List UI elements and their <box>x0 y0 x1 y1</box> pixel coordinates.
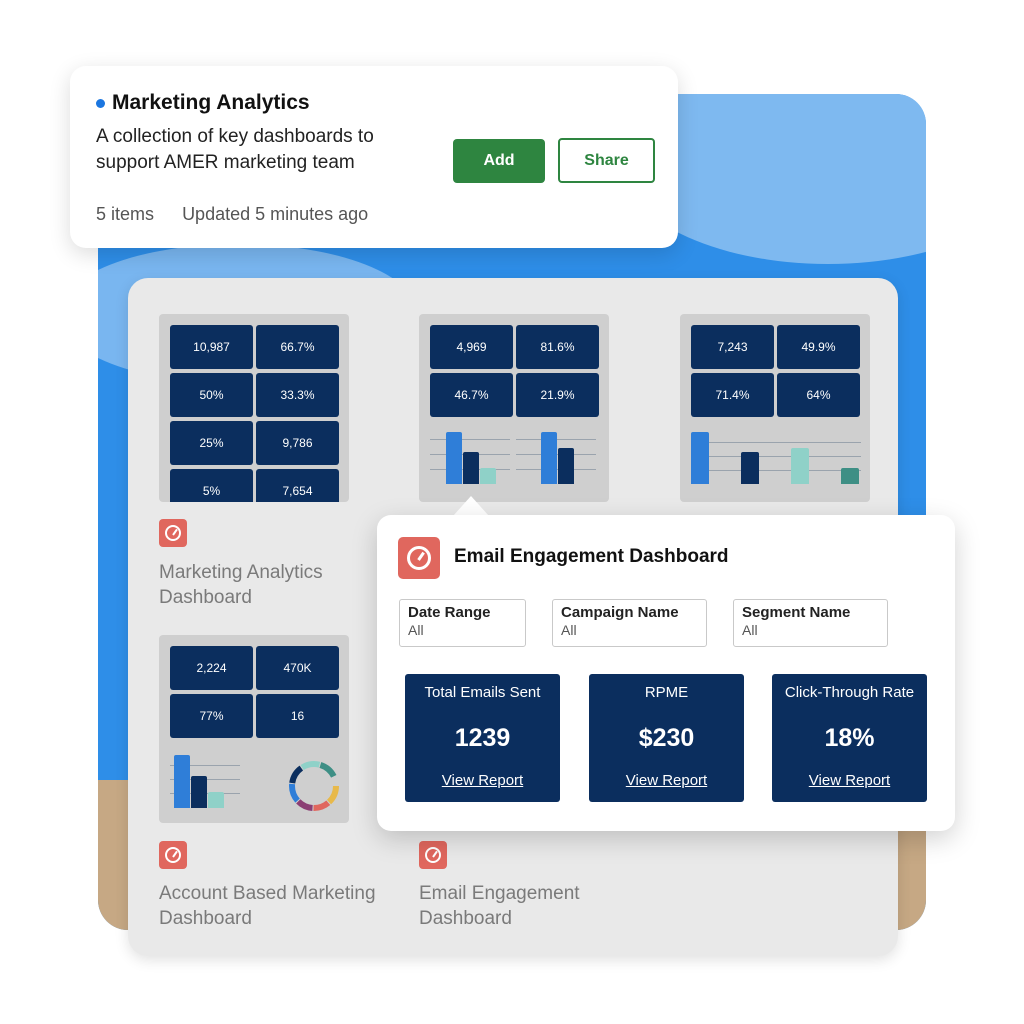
status-dot-icon <box>96 99 105 108</box>
kpi-click-through-rate: Click-Through Rate 18% View Report <box>772 674 927 802</box>
kpi-rpme: RPME $230 View Report <box>589 674 744 802</box>
updated-time: Updated 5 minutes ago <box>182 204 369 224</box>
dashboard-thumbnail-marketing-analytics[interactable]: 10,987 66.7% 50% 33.3% 25% 9,786 5% 7,65… <box>159 314 349 502</box>
thumb-metric-tile: 25% <box>170 421 253 465</box>
dashboard-thumbnail-3[interactable]: 7,243 49.9% 71.4% 64% <box>680 314 870 502</box>
dashboard-label[interactable]: Email Engagement Dashboard <box>419 881 629 931</box>
dashboard-gauge-icon <box>419 841 447 869</box>
thumb-bar <box>174 755 190 808</box>
thumb-gridline <box>430 439 510 440</box>
kpi-label: Click-Through Rate <box>784 684 915 701</box>
share-button[interactable]: Share <box>558 138 655 183</box>
thumb-metric-tile: 21.9% <box>516 373 599 417</box>
kpi-value: 18% <box>824 724 875 752</box>
items-count: 5 items <box>96 204 155 224</box>
add-button[interactable]: Add <box>453 139 545 183</box>
dashboard-thumbnail-2[interactable]: 4,969 81.6% 46.7% 21.9% <box>419 314 609 502</box>
thumb-metric-tile: 33.3% <box>256 373 339 417</box>
thumb-bar <box>541 432 557 484</box>
collection-meta: 5 items Updated 5 minutes ago <box>96 204 368 225</box>
kpi-label: RPME <box>644 684 689 701</box>
thumb-metric-tile: 50% <box>170 373 253 417</box>
filter-value: All <box>742 622 758 638</box>
dashboard-gauge-icon <box>398 537 440 579</box>
thumb-bar <box>480 468 496 484</box>
thumb-metric-tile: 81.6% <box>516 325 599 369</box>
kpi-value: 1239 <box>454 724 511 752</box>
thumb-gridline <box>691 456 861 457</box>
collection-info-card: Marketing Analytics A collection of key … <box>70 66 678 248</box>
thumb-metric-tile: 10,987 <box>170 325 253 369</box>
filter-segment-name[interactable]: Segment Name All <box>733 599 888 647</box>
thumb-metric-tile: 470K <box>256 646 339 690</box>
filter-value: All <box>561 622 577 638</box>
thumb-bar <box>558 448 574 484</box>
thumb-metric-tile: 64% <box>777 373 860 417</box>
thumb-metric-tile: 46.7% <box>430 373 513 417</box>
thumb-metric-tile: 16 <box>256 694 339 738</box>
thumb-metric-tile: 49.9% <box>777 325 860 369</box>
kpi-value: $230 <box>638 724 695 752</box>
thumb-gridline <box>691 470 861 471</box>
filter-label: Date Range <box>408 604 491 621</box>
thumb-metric-tile: 77% <box>170 694 253 738</box>
thumb-bar <box>741 452 759 484</box>
thumb-metric-tile: 7,654 <box>256 469 339 502</box>
filter-date-range[interactable]: Date Range All <box>399 599 526 647</box>
thumb-metric-tile: 4,969 <box>430 325 513 369</box>
thumb-bar <box>463 452 479 484</box>
popup-title: Email Engagement Dashboard <box>454 546 729 567</box>
thumb-bar <box>446 432 462 484</box>
thumb-metric-tile: 9,786 <box>256 421 339 465</box>
thumb-bar <box>841 468 859 484</box>
dashboard-preview-popup: Email Engagement Dashboard Date Range Al… <box>377 515 955 831</box>
thumb-metric-tile: 7,243 <box>691 325 774 369</box>
thumb-metric-tile: 71.4% <box>691 373 774 417</box>
thumb-gridline <box>691 442 861 443</box>
thumb-bar <box>191 776 207 808</box>
filter-campaign-name[interactable]: Campaign Name All <box>552 599 707 647</box>
dashboard-gauge-icon <box>159 519 187 547</box>
thumb-bar <box>208 792 224 808</box>
kpi-label: Total Emails Sent <box>424 684 541 701</box>
thumb-metric-tile: 66.7% <box>256 325 339 369</box>
dashboard-label[interactable]: Marketing Analytics Dashboard <box>159 560 369 610</box>
view-report-link[interactable]: View Report <box>589 772 744 789</box>
collection-title: Marketing Analytics <box>112 91 310 114</box>
view-report-link[interactable]: View Report <box>772 772 927 789</box>
thumb-bar <box>791 448 809 484</box>
dashboard-gauge-icon <box>159 841 187 869</box>
popup-pointer <box>453 496 489 516</box>
thumb-metric-tile: 5% <box>170 469 253 502</box>
thumb-donut-chart <box>289 761 339 811</box>
kpi-total-emails-sent: Total Emails Sent 1239 View Report <box>405 674 560 802</box>
filter-label: Campaign Name <box>561 604 679 621</box>
thumb-metric-tile: 2,224 <box>170 646 253 690</box>
dashboard-label[interactable]: Account Based Marketing Dashboard <box>159 881 389 931</box>
collection-description: A collection of key dashboards to suppor… <box>96 126 374 173</box>
filter-value: All <box>408 622 424 638</box>
filter-label: Segment Name <box>742 604 851 621</box>
view-report-link[interactable]: View Report <box>405 772 560 789</box>
dashboard-thumbnail-account-based[interactable]: 2,224 470K 77% 16 <box>159 635 349 823</box>
thumb-bar <box>691 432 709 484</box>
